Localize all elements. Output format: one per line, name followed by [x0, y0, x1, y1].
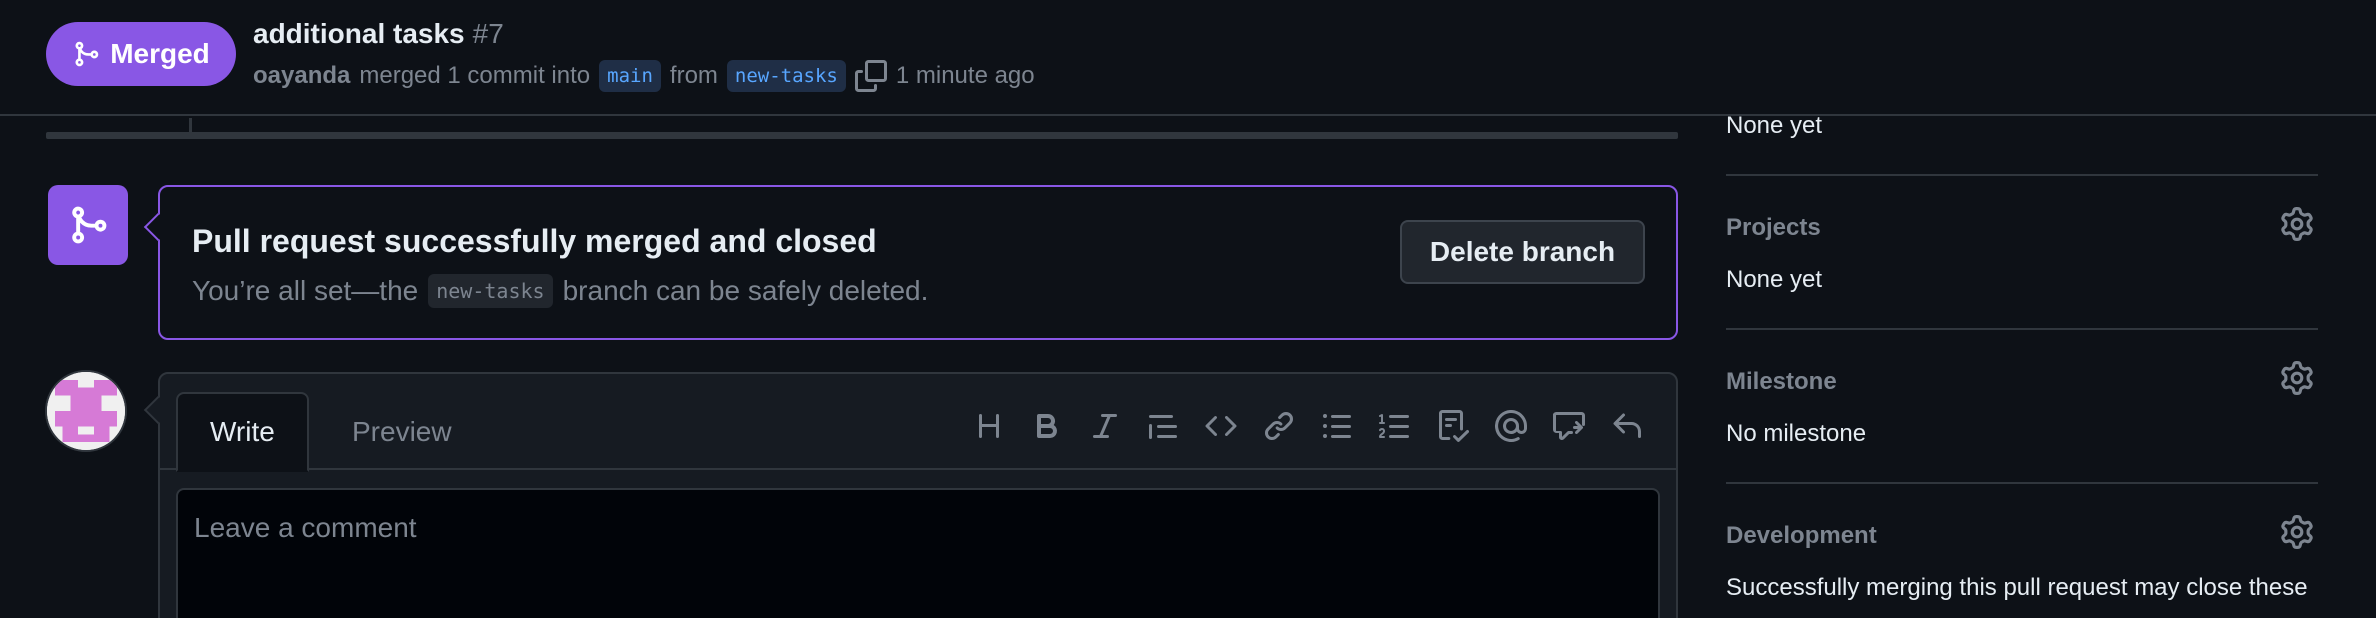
- from-text: from: [669, 62, 718, 89]
- copy-icon[interactable]: [854, 60, 887, 92]
- bold-icon[interactable]: [1028, 407, 1066, 445]
- merge-text: merged 1 commit into: [359, 62, 591, 89]
- merged-event-icon: [48, 185, 128, 265]
- merged-desc-before: You’re all set—the: [192, 275, 419, 306]
- merged-status-label: Merged: [110, 38, 210, 69]
- pr-meta: oayanda merged 1 commit into main from n…: [253, 56, 1035, 96]
- projects-gear-icon[interactable]: [2280, 207, 2314, 241]
- delete-branch-button[interactable]: Delete branch: [1400, 220, 1645, 284]
- markdown-toolbar: [970, 404, 1646, 448]
- saved-reply-icon[interactable]: [1608, 407, 1646, 445]
- labels-value: None yet: [1726, 112, 1823, 139]
- projects-heading[interactable]: Projects: [1726, 214, 1821, 242]
- pr-title[interactable]: additional tasks #7: [253, 18, 504, 50]
- sidebar-divider: [1726, 482, 2318, 484]
- merged-desc-after: branch can be safely deleted.: [562, 275, 929, 306]
- quote-icon[interactable]: [1144, 407, 1182, 445]
- reference-icon[interactable]: [1550, 407, 1588, 445]
- merge-icon: [72, 40, 100, 68]
- milestone-gear-icon[interactable]: [2280, 361, 2314, 395]
- base-branch-link[interactable]: main: [599, 60, 661, 92]
- merged-box-pointer: [143, 212, 173, 242]
- tab-write[interactable]: Write: [176, 392, 309, 472]
- comment-composer: Write Preview: [143, 372, 1678, 618]
- merged-status-box: Pull request successfully merged and clo…: [143, 185, 1678, 340]
- heading-icon[interactable]: [970, 407, 1008, 445]
- milestone-value: No milestone: [1726, 420, 1867, 447]
- merged-title: Pull request successfully merged and clo…: [192, 223, 877, 259]
- pr-title-text: additional tasks: [253, 18, 465, 49]
- merged-description: You’re all set—the new-tasks branch can …: [192, 271, 928, 311]
- sidebar-divider: [1726, 174, 2318, 176]
- task-list-icon[interactable]: [1434, 407, 1472, 445]
- head-branch-link[interactable]: new-tasks: [726, 60, 846, 92]
- development-gear-icon[interactable]: [2280, 515, 2314, 549]
- link-icon[interactable]: [1260, 407, 1298, 445]
- sticky-header: Merged additional tasks #7 oayanda merged…: [0, 0, 2376, 116]
- development-heading[interactable]: Development: [1726, 522, 1877, 550]
- timeline-divider: [46, 132, 1678, 139]
- milestone-heading[interactable]: Milestone: [1726, 368, 1837, 396]
- development-text: Successfully merging this pull request m…: [1726, 574, 2308, 601]
- comment-input[interactable]: [176, 488, 1660, 618]
- pr-number: #7: [472, 18, 504, 49]
- code-icon[interactable]: [1202, 407, 1240, 445]
- italic-icon[interactable]: [1086, 407, 1124, 445]
- tab-preview[interactable]: Preview: [320, 392, 484, 472]
- merge-time: 1 minute ago: [895, 62, 1035, 89]
- merged-branch-tag: new-tasks: [428, 274, 553, 308]
- merged-status-badge: Merged: [46, 22, 236, 86]
- author-link[interactable]: oayanda: [253, 62, 350, 90]
- projects-value: None yet: [1726, 266, 1823, 293]
- avatar[interactable]: [45, 370, 127, 452]
- comment-tabbar: Write Preview: [160, 374, 1676, 472]
- mention-icon[interactable]: [1492, 407, 1530, 445]
- unordered-list-icon[interactable]: [1318, 407, 1356, 445]
- sidebar-divider: [1726, 328, 2318, 330]
- ordered-list-icon[interactable]: [1376, 407, 1414, 445]
